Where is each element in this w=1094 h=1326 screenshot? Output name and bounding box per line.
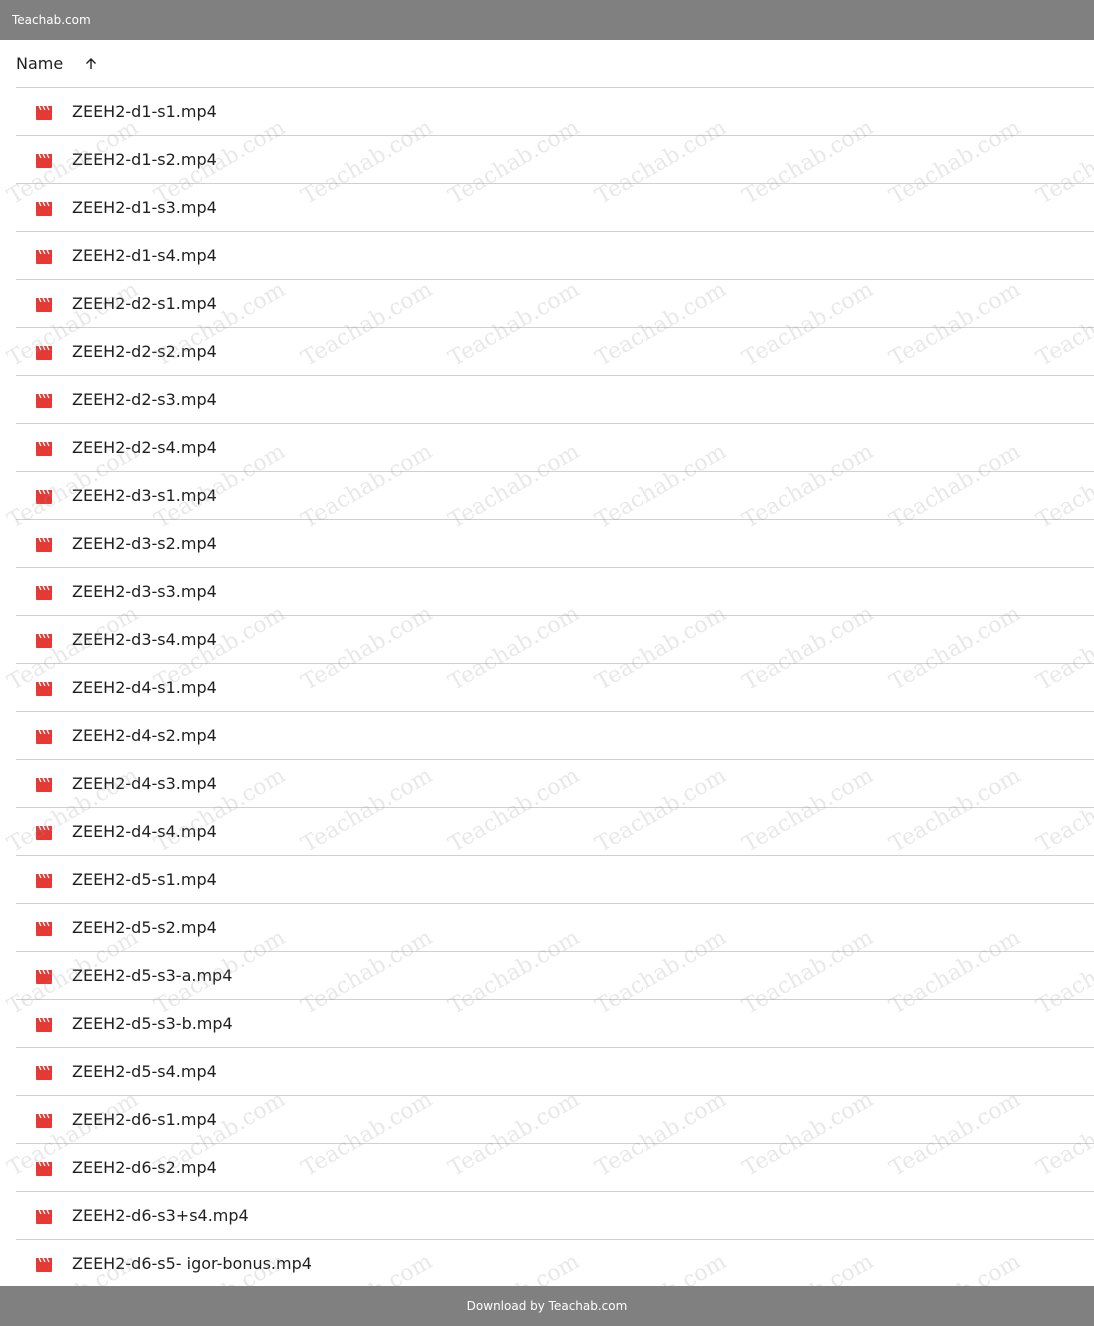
video-file-icon — [36, 921, 52, 936]
video-file-icon — [36, 393, 52, 408]
file-row[interactable]: ZEEH2-d1-s3.mp4 — [16, 184, 1094, 232]
video-file-icon — [36, 729, 52, 744]
video-file-icon — [36, 633, 52, 648]
video-file-icon — [36, 1257, 52, 1272]
file-name: ZEEH2-d3-s2.mp4 — [72, 534, 217, 553]
file-row[interactable]: ZEEH2-d6-s3+s4.mp4 — [16, 1192, 1094, 1240]
file-name: ZEEH2-d5-s3-a.mp4 — [72, 966, 233, 985]
file-rows: ZEEH2-d1-s1.mp4 ZEEH2-d1-s2.mp4 ZEEH2-d1-s… — [16, 88, 1094, 1288]
file-row[interactable]: ZEEH2-d2-s4.mp4 — [16, 424, 1094, 472]
file-row[interactable]: ZEEH2-d5-s4.mp4 — [16, 1048, 1094, 1096]
file-row[interactable]: ZEEH2-d6-s5- igor-bonus.mp4 — [16, 1240, 1094, 1288]
file-name: ZEEH2-d2-s3.mp4 — [72, 390, 217, 409]
video-file-icon — [36, 345, 52, 360]
file-row[interactable]: ZEEH2-d3-s1.mp4 — [16, 472, 1094, 520]
file-name: ZEEH2-d4-s1.mp4 — [72, 678, 217, 697]
file-name: ZEEH2-d2-s1.mp4 — [72, 294, 217, 313]
file-name: ZEEH2-d1-s3.mp4 — [72, 198, 217, 217]
video-file-icon — [36, 249, 52, 264]
video-file-icon — [36, 441, 52, 456]
video-file-icon — [36, 153, 52, 168]
file-row[interactable]: ZEEH2-d3-s2.mp4 — [16, 520, 1094, 568]
file-row[interactable]: ZEEH2-d5-s2.mp4 — [16, 904, 1094, 952]
file-row[interactable]: ZEEH2-d2-s1.mp4 — [16, 280, 1094, 328]
file-name: ZEEH2-d4-s4.mp4 — [72, 822, 217, 841]
top-bar: Teachab.com — [0, 0, 1094, 40]
file-row[interactable]: ZEEH2-d4-s3.mp4 — [16, 760, 1094, 808]
file-row[interactable]: ZEEH2-d5-s1.mp4 — [16, 856, 1094, 904]
video-file-icon — [36, 873, 52, 888]
file-name: ZEEH2-d1-s2.mp4 — [72, 150, 217, 169]
video-file-icon — [36, 585, 52, 600]
name-column-header[interactable]: Name — [16, 40, 1094, 88]
file-name: ZEEH2-d4-s2.mp4 — [72, 726, 217, 745]
file-name: ZEEH2-d3-s3.mp4 — [72, 582, 217, 601]
video-file-icon — [36, 1209, 52, 1224]
file-row[interactable]: ZEEH2-d6-s1.mp4 — [16, 1096, 1094, 1144]
video-file-icon — [36, 1161, 52, 1176]
file-row[interactable]: ZEEH2-d2-s3.mp4 — [16, 376, 1094, 424]
file-row[interactable]: ZEEH2-d5-s3-a.mp4 — [16, 952, 1094, 1000]
bottom-bar: Download by Teachab.com — [0, 1286, 1094, 1326]
file-row[interactable]: ZEEH2-d5-s3-b.mp4 — [16, 1000, 1094, 1048]
file-name: ZEEH2-d1-s1.mp4 — [72, 102, 217, 121]
file-row[interactable]: ZEEH2-d4-s2.mp4 — [16, 712, 1094, 760]
file-name: ZEEH2-d6-s2.mp4 — [72, 1158, 217, 1177]
file-row[interactable]: ZEEH2-d1-s2.mp4 — [16, 136, 1094, 184]
video-file-icon — [36, 969, 52, 984]
file-row[interactable]: ZEEH2-d4-s1.mp4 — [16, 664, 1094, 712]
download-credit: Download by Teachab.com — [466, 1299, 628, 1313]
file-name: ZEEH2-d5-s4.mp4 — [72, 1062, 217, 1081]
file-name: ZEEH2-d5-s1.mp4 — [72, 870, 217, 889]
file-row[interactable]: ZEEH2-d4-s4.mp4 — [16, 808, 1094, 856]
video-file-icon — [36, 489, 52, 504]
video-file-icon — [36, 297, 52, 312]
video-file-icon — [36, 825, 52, 840]
file-row[interactable]: ZEEH2-d1-s4.mp4 — [16, 232, 1094, 280]
file-name: ZEEH2-d2-s4.mp4 — [72, 438, 217, 457]
file-name: ZEEH2-d4-s3.mp4 — [72, 774, 217, 793]
file-name: ZEEH2-d3-s1.mp4 — [72, 486, 217, 505]
video-file-icon — [36, 777, 52, 792]
name-column-label: Name — [16, 54, 64, 73]
video-file-icon — [36, 201, 52, 216]
arrow-up-icon[interactable] — [83, 56, 99, 72]
file-row[interactable]: ZEEH2-d2-s2.mp4 — [16, 328, 1094, 376]
video-file-icon — [36, 1113, 52, 1128]
video-file-icon — [36, 537, 52, 552]
file-name: ZEEH2-d6-s5- igor-bonus.mp4 — [72, 1254, 312, 1273]
file-list: Name ZEEH2-d1-s1.mp4 ZEEH2-d1-s2.mp4 ZEEH2… — [16, 40, 1094, 1288]
file-row[interactable]: ZEEH2-d3-s3.mp4 — [16, 568, 1094, 616]
file-row[interactable]: ZEEH2-d6-s2.mp4 — [16, 1144, 1094, 1192]
video-file-icon — [36, 681, 52, 696]
file-name: ZEEH2-d5-s2.mp4 — [72, 918, 217, 937]
video-file-icon — [36, 105, 52, 120]
file-name: ZEEH2-d6-s3+s4.mp4 — [72, 1206, 249, 1225]
file-row[interactable]: ZEEH2-d3-s4.mp4 — [16, 616, 1094, 664]
file-name: ZEEH2-d3-s4.mp4 — [72, 630, 217, 649]
video-file-icon — [36, 1065, 52, 1080]
video-file-icon — [36, 1017, 52, 1032]
file-name: ZEEH2-d6-s1.mp4 — [72, 1110, 217, 1129]
file-name: ZEEH2-d5-s3-b.mp4 — [72, 1014, 233, 1033]
site-title: Teachab.com — [12, 13, 91, 27]
file-name: ZEEH2-d1-s4.mp4 — [72, 246, 217, 265]
file-row[interactable]: ZEEH2-d1-s1.mp4 — [16, 88, 1094, 136]
file-name: ZEEH2-d2-s2.mp4 — [72, 342, 217, 361]
